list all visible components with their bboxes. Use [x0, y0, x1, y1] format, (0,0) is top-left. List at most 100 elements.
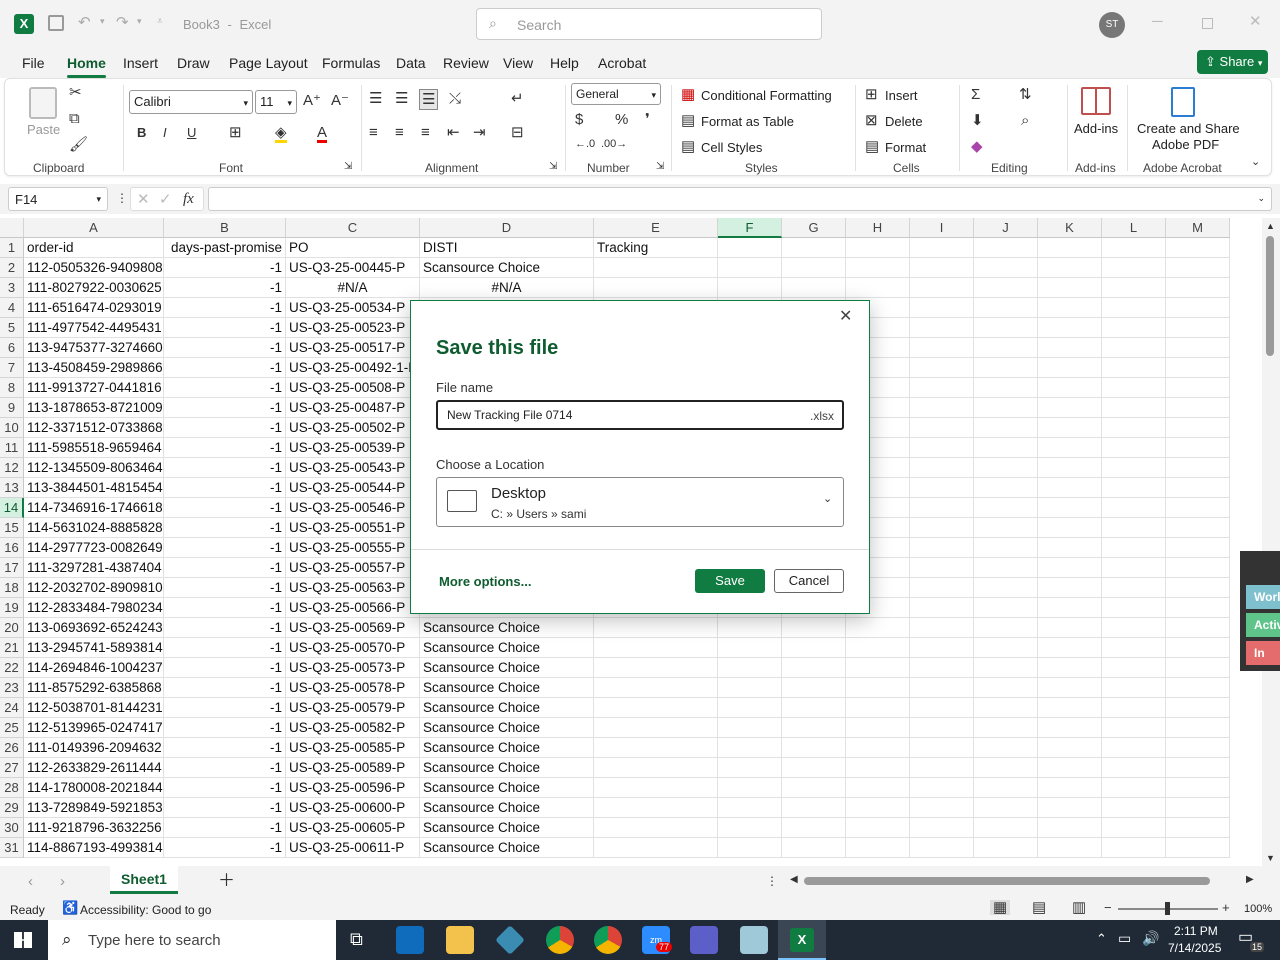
cell[interactable]	[1166, 518, 1230, 538]
cell[interactable]: US-Q3-25-00578-P	[286, 678, 420, 698]
cell[interactable]	[1038, 518, 1102, 538]
customize-qat-icon[interactable]: ⩡	[157, 17, 163, 27]
page-layout-view-icon[interactable]: ▤	[1032, 900, 1046, 915]
cell[interactable]	[1038, 498, 1102, 518]
middle-align-icon[interactable]: ☰	[395, 91, 408, 106]
cell[interactable]	[1038, 238, 1102, 258]
cell[interactable]: -1	[164, 738, 286, 758]
cell[interactable]: 112-0505326-9409808	[24, 258, 164, 278]
cell[interactable]	[1038, 838, 1102, 858]
delete-cells-button[interactable]: Delete	[885, 114, 923, 129]
cell[interactable]: -1	[164, 258, 286, 278]
cell[interactable]: US-Q3-25-00589-P	[286, 758, 420, 778]
cell[interactable]	[846, 658, 910, 678]
row-header[interactable]: 20	[0, 618, 24, 638]
cell[interactable]: Scansource Choice	[420, 718, 594, 738]
cell[interactable]	[782, 798, 846, 818]
cell[interactable]	[1102, 678, 1166, 698]
side-panel-item-worl[interactable]: Worl	[1246, 585, 1280, 609]
cell[interactable]: 112-5038701-8144231	[24, 698, 164, 718]
fill-color-icon[interactable]: ◈	[275, 125, 287, 143]
teams-icon[interactable]	[690, 926, 718, 954]
cell[interactable]	[1166, 438, 1230, 458]
location-select[interactable]: Desktop C: » Users » sami ⌄	[436, 477, 844, 527]
format-cells-button[interactable]: Format	[885, 140, 926, 155]
cell[interactable]	[594, 278, 718, 298]
cell[interactable]	[1102, 838, 1166, 858]
cell[interactable]	[782, 658, 846, 678]
cell[interactable]: 113-4508459-2989866	[24, 358, 164, 378]
file-explorer-icon[interactable]	[446, 926, 474, 954]
cell[interactable]	[1166, 498, 1230, 518]
cell[interactable]: US-Q3-25-00555-P	[286, 538, 420, 558]
next-sheet-icon[interactable]: ›	[60, 874, 65, 889]
cell[interactable]	[594, 718, 718, 738]
cell[interactable]	[1038, 618, 1102, 638]
cell[interactable]: 111-4977542-4495431	[24, 318, 164, 338]
column-header-g[interactable]: G	[782, 218, 846, 238]
row-header[interactable]: 3	[0, 278, 24, 298]
cell[interactable]	[910, 698, 974, 718]
cell[interactable]	[846, 798, 910, 818]
cell[interactable]	[910, 558, 974, 578]
cell[interactable]: US-Q3-25-00582-P	[286, 718, 420, 738]
notepad-icon[interactable]	[740, 926, 768, 954]
cell[interactable]	[1038, 338, 1102, 358]
column-header-m[interactable]: M	[1166, 218, 1230, 238]
cell[interactable]	[594, 638, 718, 658]
alignment-dialog-launcher-icon[interactable]: ⇲	[549, 162, 557, 172]
cell[interactable]	[718, 638, 782, 658]
cell[interactable]	[974, 818, 1038, 838]
show-hidden-icons-icon[interactable]: ⌃	[1096, 932, 1107, 945]
cell[interactable]	[594, 258, 718, 278]
column-header-d[interactable]: D	[420, 218, 594, 238]
cell[interactable]	[1102, 658, 1166, 678]
cell[interactable]	[1102, 738, 1166, 758]
cell[interactable]	[1102, 318, 1166, 338]
adobe-pdf-label[interactable]: Adobe PDF	[1152, 137, 1219, 152]
cell[interactable]	[1102, 418, 1166, 438]
cell[interactable]: US-Q3-25-00573-P	[286, 658, 420, 678]
cell[interactable]	[974, 778, 1038, 798]
cell[interactable]: Scansource Choice	[420, 818, 594, 838]
column-header-a[interactable]: A	[24, 218, 164, 238]
cell-styles-button[interactable]: Cell Styles	[701, 140, 762, 155]
cell[interactable]	[910, 398, 974, 418]
tab-help[interactable]: Help	[550, 55, 579, 71]
cell[interactable]	[1038, 378, 1102, 398]
cell[interactable]: -1	[164, 698, 286, 718]
cell[interactable]	[1102, 378, 1166, 398]
number-dialog-launcher-icon[interactable]: ⇲	[656, 162, 664, 172]
top-align-icon[interactable]: ☰	[369, 91, 382, 106]
cell[interactable]: 112-2032702-8909810	[24, 578, 164, 598]
cell[interactable]: -1	[164, 758, 286, 778]
restore-icon[interactable]	[1202, 18, 1213, 29]
autosave-icon[interactable]	[48, 15, 64, 31]
cell[interactable]: 111-0149396-2094632	[24, 738, 164, 758]
cell[interactable]	[1166, 298, 1230, 318]
excel-taskbar-icon[interactable]: X	[778, 920, 826, 960]
cell[interactable]	[1166, 678, 1230, 698]
cell[interactable]	[974, 458, 1038, 478]
cell[interactable]	[718, 678, 782, 698]
cell[interactable]	[1102, 338, 1166, 358]
row-header[interactable]: 10	[0, 418, 24, 438]
tab-insert[interactable]: Insert	[123, 55, 158, 71]
row-header[interactable]: 27	[0, 758, 24, 778]
cell[interactable]	[782, 278, 846, 298]
cell[interactable]	[910, 458, 974, 478]
cell[interactable]	[782, 258, 846, 278]
cell[interactable]	[1102, 578, 1166, 598]
cell[interactable]	[1102, 458, 1166, 478]
cell[interactable]	[782, 778, 846, 798]
cell[interactable]	[846, 778, 910, 798]
column-header-l[interactable]: L	[1102, 218, 1166, 238]
cell[interactable]	[974, 498, 1038, 518]
cell[interactable]	[974, 638, 1038, 658]
cell[interactable]	[1166, 738, 1230, 758]
vertical-scroll-thumb[interactable]	[1266, 236, 1274, 356]
tab-splitter-icon[interactable]: ⋮	[766, 875, 778, 887]
cell[interactable]	[718, 838, 782, 858]
cell[interactable]	[1038, 818, 1102, 838]
cell[interactable]: 114-7346916-1746618	[24, 498, 164, 518]
